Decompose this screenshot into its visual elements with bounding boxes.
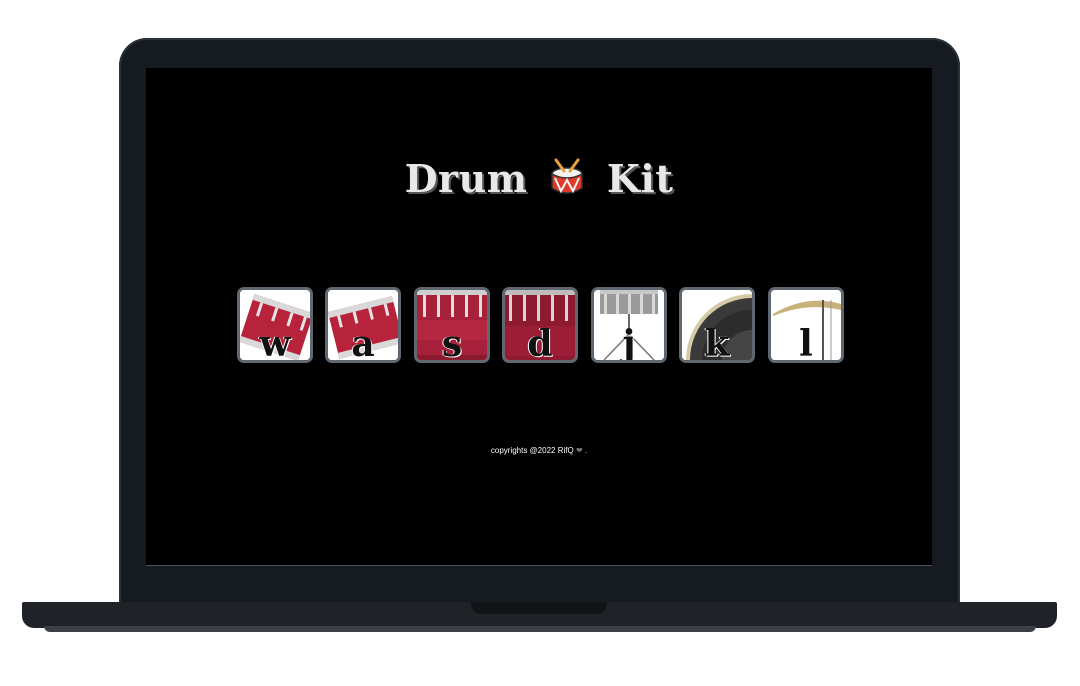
laptop-notch (471, 602, 607, 614)
pad-key-label: a (351, 323, 375, 363)
laptop-base-foot (44, 626, 1036, 632)
pad-d-button[interactable]: d (502, 287, 578, 363)
pad-j-button[interactable]: j (591, 287, 667, 363)
pad-w-button[interactable]: w (237, 287, 313, 363)
pad-key-label: l (799, 323, 813, 363)
pad-key-label: k (704, 323, 730, 363)
drum-icon (551, 158, 583, 194)
pad-a-button[interactable]: a (325, 287, 401, 363)
drum-pads: w a s d j k l (237, 287, 844, 363)
pad-key-label: j (622, 323, 636, 363)
laptop-mockup: Drum Kit w a s d j k l copyrights @2022 … (0, 0, 1080, 686)
title-left: Drum (404, 156, 528, 201)
title-right: Kit (606, 156, 674, 201)
pad-key-label: s (441, 323, 463, 363)
pad-key-label: d (527, 323, 553, 363)
page-title: Drum Kit (146, 156, 932, 201)
footer: copyrights @2022 RifQ ❤ . (146, 446, 932, 455)
pad-k-button[interactable]: k (679, 287, 755, 363)
pad-key-label: w (259, 323, 291, 363)
footer-copyright: copyrights @2022 RifQ (490, 446, 574, 455)
heart-icon: ❤ (575, 446, 583, 455)
pad-l-button[interactable]: l (768, 287, 844, 363)
screen-bezel-line (146, 565, 932, 566)
pad-s-button[interactable]: s (414, 287, 490, 363)
footer-suffix: . (584, 446, 588, 455)
laptop-screen: Drum Kit w a s d j k l copyrights @2022 … (146, 68, 932, 565)
